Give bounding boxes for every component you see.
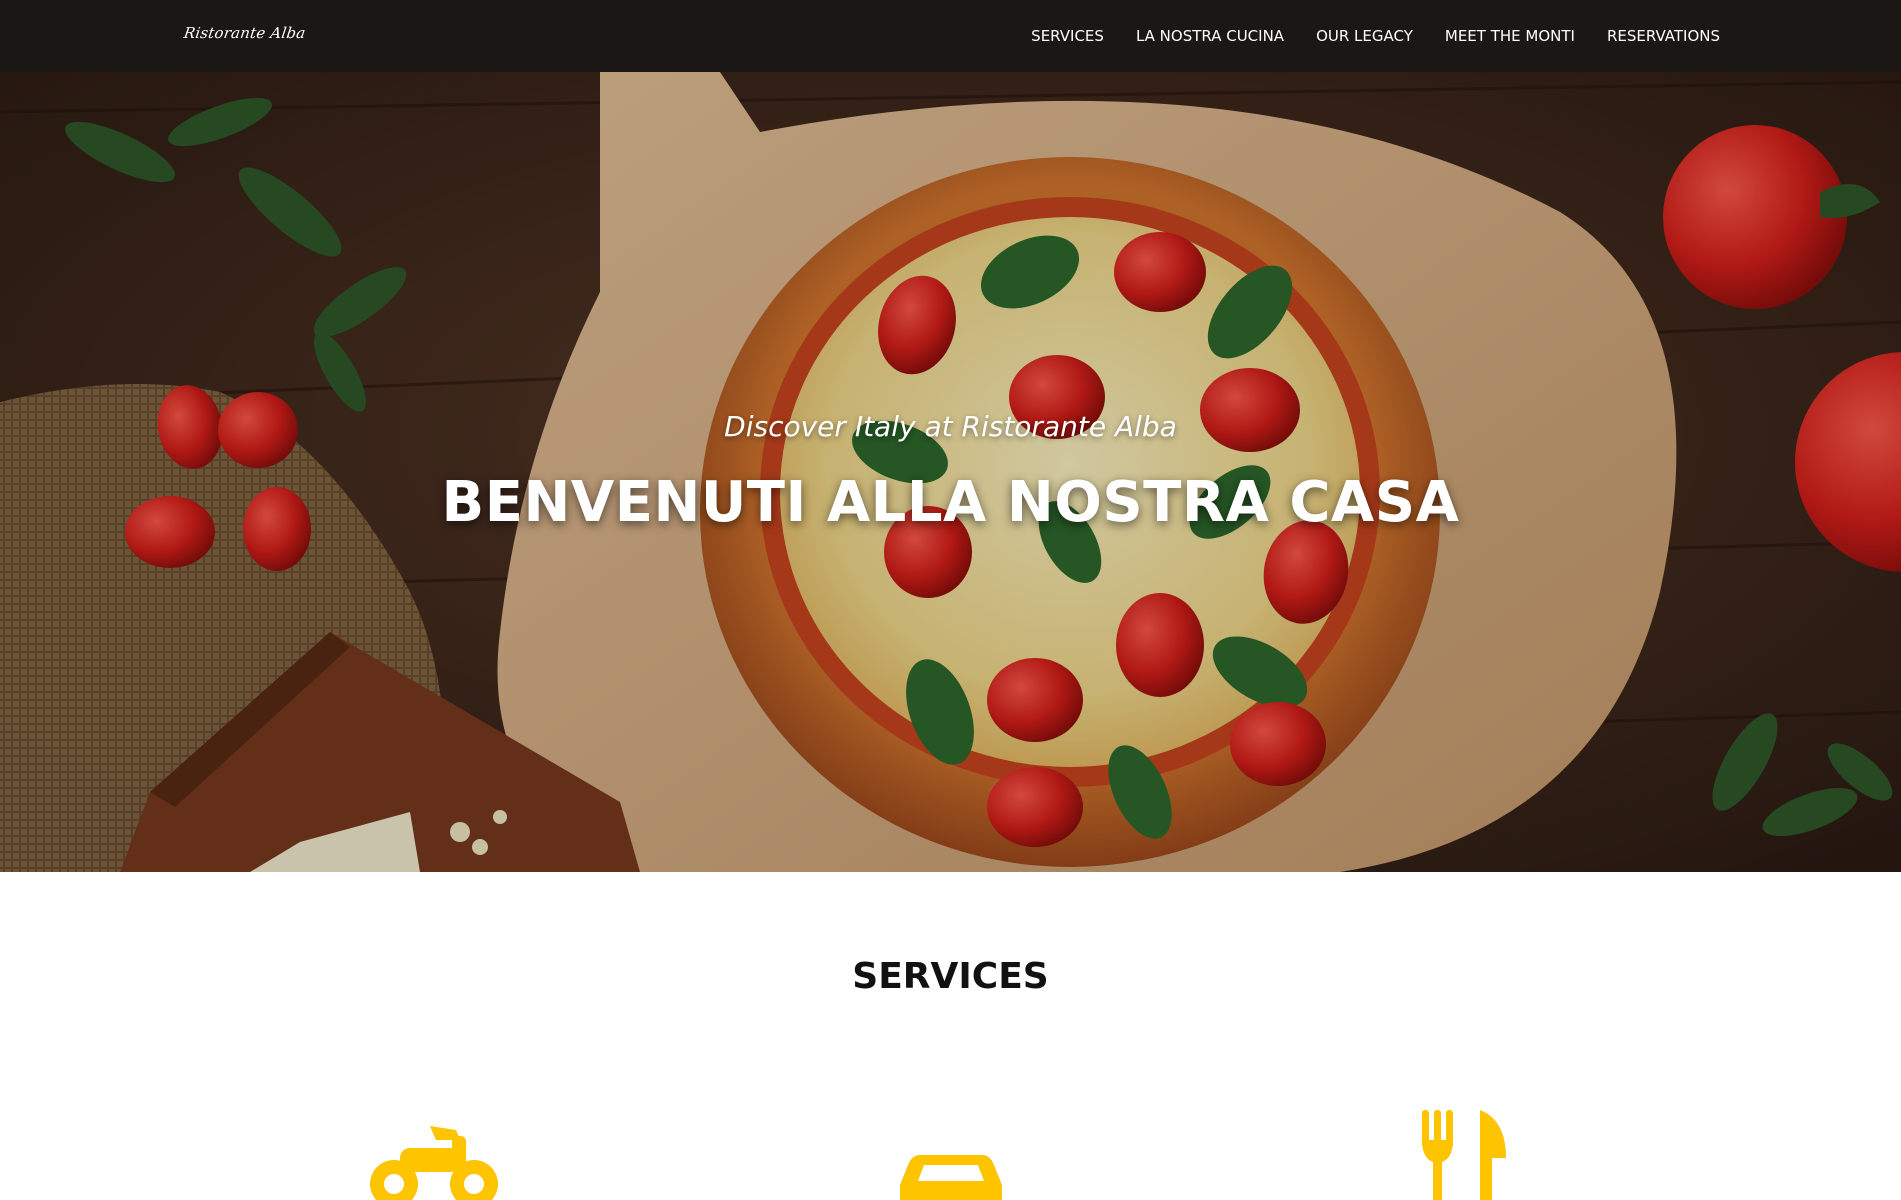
hero-title: BENVENUTI ALLA NOSTRA CASA [441,470,1460,535]
car-icon [900,1155,1002,1200]
hero-section: Discover Italy at Ristorante Alba BENVEN… [0,72,1901,872]
main-nav: SERVICES LA NOSTRA CUCINA OUR LEGACY MEE… [1031,0,1720,72]
nav-item-reservations[interactable]: RESERVATIONS [1607,27,1720,45]
nav-item-meet-the-monti[interactable]: MEET THE MONTI [1445,27,1575,45]
page: Ristorante Alba SERVICES LA NOSTRA CUCIN… [0,0,1901,1200]
nav-item-la-nostra-cucina[interactable]: LA NOSTRA CUCINA [1136,27,1284,45]
nav-item-our-legacy[interactable]: OUR LEGACY [1316,27,1413,45]
utensils-icon [1422,1110,1506,1200]
nav-item-services[interactable]: SERVICES [1031,27,1104,45]
motorcycle-icon [370,1126,498,1200]
brand-logo[interactable]: Ristorante Alba [183,24,307,42]
navbar: Ristorante Alba SERVICES LA NOSTRA CUCIN… [0,0,1901,72]
hero-subtitle: Discover Italy at Ristorante Alba [724,410,1177,443]
services-heading: SERVICES [852,956,1049,997]
